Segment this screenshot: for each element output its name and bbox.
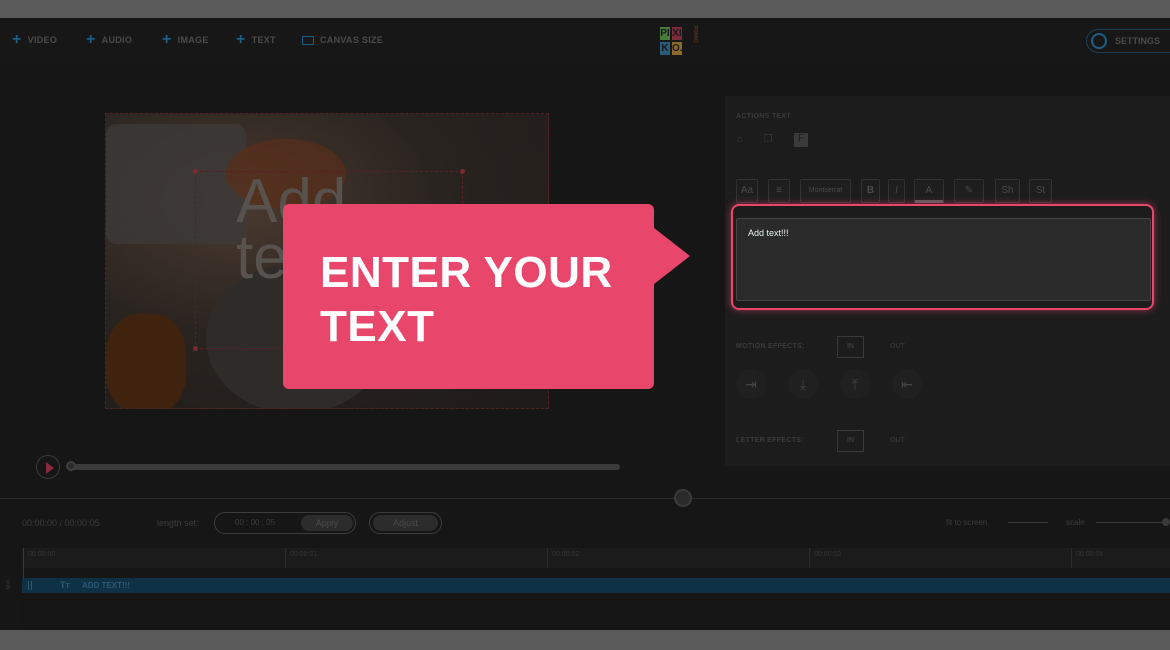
resize-handle[interactable] <box>460 169 465 174</box>
ruler-tick-label: 00:00:02 <box>552 551 580 558</box>
ruler-tick-label: 00:00:03 <box>814 551 842 558</box>
letter-in-tab[interactable]: IN <box>837 430 864 452</box>
length-set-control: 00 : 00 : 05 Apply <box>214 512 356 534</box>
playback-scrubber[interactable] <box>66 461 76 471</box>
add-video-label: VIDEO <box>27 35 58 45</box>
gear-icon <box>1091 33 1107 49</box>
callout-arrow <box>654 228 690 284</box>
ruler-line <box>285 548 286 568</box>
add-video-button[interactable]: + VIDEO <box>12 31 58 48</box>
slide-up-icon[interactable]: ⤒ <box>840 369 870 399</box>
text-track-clip[interactable]: Tт ADD TEXT!!! <box>22 578 1170 593</box>
callout-text: ENTER YOUR TEXT <box>320 246 640 354</box>
logo-cell: PI <box>660 27 670 40</box>
add-text-label: TEXT <box>251 35 276 45</box>
scale-slider-knob[interactable] <box>1162 518 1170 526</box>
scale-label: scale <box>1066 518 1085 527</box>
fit-to-screen-label: fit to screen <box>946 518 988 527</box>
motion-effects-label: MOTION EFFECTS: <box>736 343 805 350</box>
plus-icon: + <box>162 31 172 48</box>
settings-label: SETTINGS <box>1115 36 1161 46</box>
letter-effects-label: LETTER EFFECTS: <box>736 437 804 444</box>
logo-cell: O. <box>672 42 683 55</box>
track-clip-label: ADD TEXT!!! <box>82 581 130 590</box>
playback-progress-bar[interactable] <box>70 464 620 470</box>
drag-handle-icon[interactable] <box>28 581 32 590</box>
add-audio-label: AUDIO <box>101 35 133 45</box>
time-display: 00:00:00 / 00:00:05 <box>22 518 100 528</box>
stroke-button[interactable]: St <box>1029 179 1052 203</box>
plus-icon: + <box>86 31 96 48</box>
divider-drag-handle[interactable] <box>674 489 692 507</box>
ruler-tick-label: 00:00:04 <box>1076 551 1104 558</box>
motion-out-tab[interactable]: OUT <box>890 343 905 350</box>
ruler-line <box>547 548 548 568</box>
preview-image-region <box>106 314 186 408</box>
callout-line: ENTER YOUR <box>320 248 613 297</box>
add-text-button[interactable]: + TEXT <box>236 31 276 48</box>
ruler-tick-label: 00:00:00 <box>28 551 56 558</box>
font-case-button[interactable]: Aa <box>736 179 758 203</box>
length-value-input[interactable]: 00 : 00 : 05 <box>235 518 275 527</box>
fit-to-screen-slider[interactable] <box>1008 522 1048 523</box>
canvas-size-button[interactable]: CANVAS SIZE <box>302 35 383 45</box>
folder-icon <box>302 35 314 45</box>
duplicate-icon[interactable]: ❐ <box>762 134 774 146</box>
add-audio-button[interactable]: + AUDIO <box>86 31 133 48</box>
ruler-tick-label: 00:00:01 <box>290 551 318 558</box>
add-image-button[interactable]: + IMAGE <box>162 31 209 48</box>
logo-cell: XI <box>672 27 682 40</box>
adjust-control: Adjust <box>369 512 442 534</box>
callout-line: TEXT <box>320 302 435 351</box>
resize-handle[interactable] <box>193 169 198 174</box>
plus-icon: + <box>12 31 22 48</box>
apply-button[interactable]: Apply <box>301 515 353 531</box>
logo-side-text: PIXIKO <box>692 26 698 43</box>
text-type-icon: Tт <box>60 580 70 590</box>
top-toolbar: + VIDEO + AUDIO + IMAGE + TEXT CANVAS SI… <box>0 18 1170 66</box>
panel-divider <box>0 498 1170 499</box>
bold-button[interactable]: B <box>861 179 880 203</box>
letter-out-tab[interactable]: OUT <box>890 437 905 444</box>
slide-left-icon[interactable]: ⇤ <box>892 369 922 399</box>
pixiko-logo: PI XI K O. PIXIKO <box>660 26 706 56</box>
length-set-label: length set: <box>157 518 199 528</box>
text-content-input[interactable]: Add text!!! <box>736 218 1151 301</box>
adjust-button[interactable]: Adjust <box>373 515 438 531</box>
align-button[interactable]: ≡ <box>768 179 790 203</box>
ruler-line <box>809 548 810 568</box>
slide-right-icon[interactable]: ⇥ <box>736 369 766 399</box>
app-window: + VIDEO + AUDIO + IMAGE + TEXT CANVAS SI… <box>0 18 1170 630</box>
front-icon[interactable]: F <box>794 133 808 147</box>
ruler-line <box>1071 548 1072 568</box>
text-color-button[interactable]: A <box>914 179 944 203</box>
shadow-button[interactable]: Sh <box>995 179 1020 203</box>
play-button[interactable] <box>36 455 60 479</box>
settings-button[interactable]: SETTINGS <box>1086 29 1170 53</box>
timeline-ruler[interactable]: 00:00:00 00:00:01 00:00:02 00:00:03 00:0… <box>22 548 1170 568</box>
trash-icon[interactable]: ⌂ <box>734 134 746 146</box>
scale-slider[interactable] <box>1096 522 1166 523</box>
canvas-size-label: CANVAS SIZE <box>320 35 384 45</box>
track-side-label: text <box>6 580 12 590</box>
logo-cell: K <box>660 42 670 55</box>
motion-in-tab[interactable]: IN <box>837 336 864 358</box>
highlight-button[interactable]: ✎ <box>954 179 984 203</box>
resize-handle[interactable] <box>193 346 198 351</box>
font-family-select[interactable]: Montserrat <box>800 179 851 203</box>
plus-icon: + <box>236 31 246 48</box>
italic-button[interactable]: I <box>888 179 905 203</box>
add-image-label: IMAGE <box>177 35 209 45</box>
slide-down-icon[interactable]: ⤓ <box>788 369 818 399</box>
empty-track-area <box>22 598 1170 630</box>
actions-text-label: ACTIONS TEXT <box>736 113 791 120</box>
